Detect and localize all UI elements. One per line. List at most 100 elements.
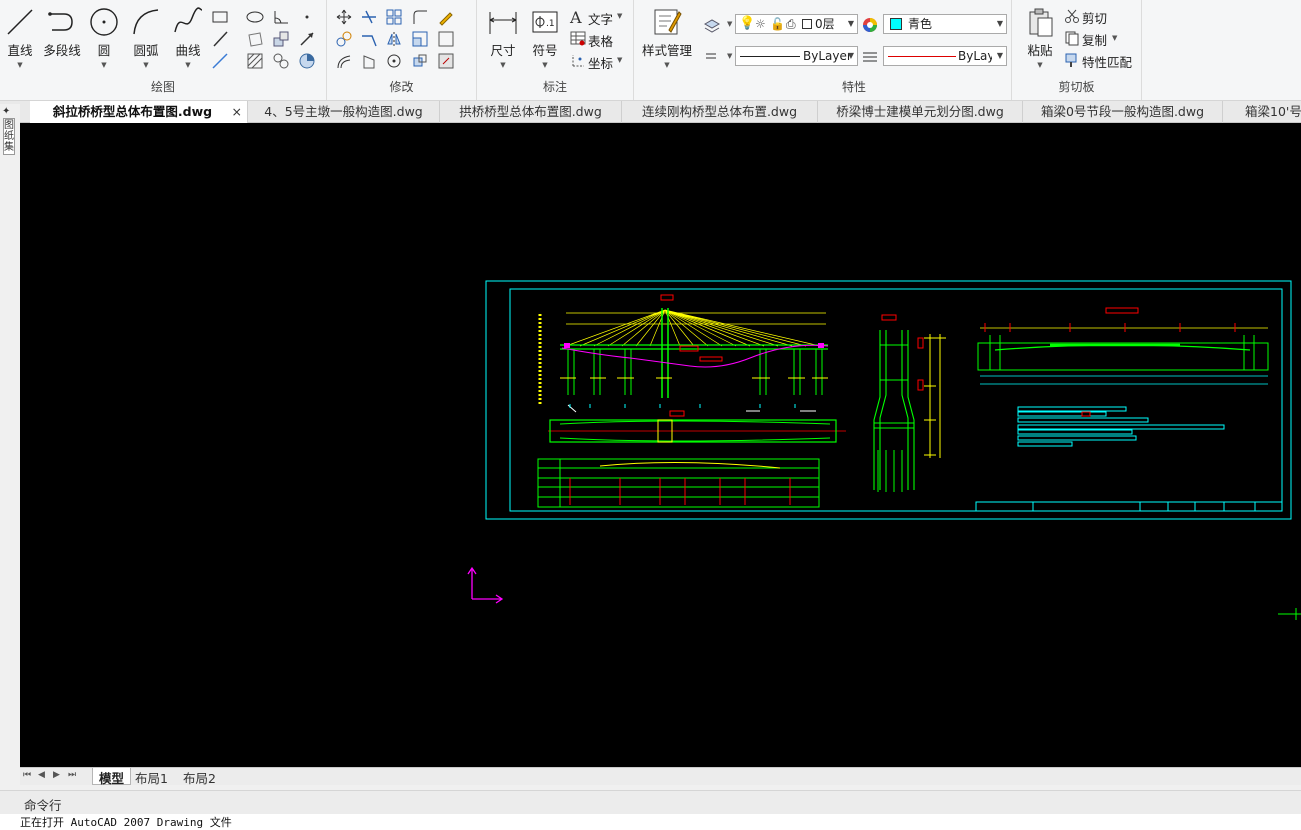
region-icon[interactable] (246, 30, 266, 48)
mirror-icon[interactable] (385, 30, 405, 48)
construction-line-icon[interactable] (211, 30, 231, 48)
color-wheel-icon[interactable] (861, 16, 881, 34)
doc-tab-4[interactable]: 桥梁博士建模单元划分图.dwg (818, 101, 1023, 123)
xline-icon[interactable] (211, 52, 231, 70)
cut-button[interactable]: 剪切 (1064, 8, 1134, 26)
point-icon[interactable] (298, 8, 318, 26)
dimension-icon (489, 12, 517, 34)
circle-button[interactable]: 圆 ▼ (84, 6, 124, 70)
copy-label: 复制 (1082, 33, 1108, 48)
prev-layout-icon[interactable]: ◀ (38, 770, 45, 780)
layer-state-icon[interactable] (703, 16, 723, 34)
color-combo[interactable]: 青色 ▼ (883, 14, 1007, 34)
explode-icon[interactable] (411, 52, 431, 70)
ray-icon[interactable] (298, 30, 318, 48)
pin-icon[interactable]: ✦ (2, 106, 10, 117)
polyline-button[interactable]: 多段线 (40, 6, 84, 70)
doc-tab-0[interactable]: 斜拉桥桥型总体布置图.dwg × (30, 101, 248, 123)
scale-icon[interactable] (411, 30, 431, 48)
copy-button[interactable]: 复制 ▼ (1064, 30, 1134, 48)
doc-tab-label: 拱桥桥型总体布置图.dwg (459, 104, 602, 119)
cut-label: 剪切 (1082, 11, 1108, 26)
trim-icon[interactable] (360, 8, 380, 26)
chevron-down-icon: ▼ (143, 61, 149, 69)
offset-icon[interactable] (335, 52, 355, 70)
doc-tab-label: 箱梁0号节段一般构造图.dwg (1040, 104, 1205, 119)
circle-label: 圆 (97, 43, 111, 58)
doc-tab-2[interactable]: 拱桥桥型总体布置图.dwg (440, 101, 622, 123)
chevron-down-icon: ▼ (617, 12, 623, 20)
first-layout-icon[interactable]: ⏮ (23, 770, 31, 780)
match-properties-button[interactable]: 特性匹配 (1064, 52, 1140, 70)
ribbon: 直线 ▼ 多段线 圆 ▼ 圆弧 ▼ 曲线 ▼ 绘图 修改 尺寸 ▼ .1 符号 … (0, 0, 1301, 101)
layer-value: 0层 (815, 17, 835, 31)
layout-tab-layout1[interactable]: 布局1 (135, 768, 168, 787)
pie-icon[interactable] (298, 52, 318, 70)
style-group: 样式管理 ▼ (634, 0, 697, 100)
pencil-icon[interactable] (437, 8, 457, 26)
curve-label: 曲线 (175, 43, 201, 58)
doc-tab-3[interactable]: 连续刚构桥型总体布置.dwg (622, 101, 818, 123)
ellipse-icon[interactable] (246, 8, 266, 26)
offscreen-object (1278, 608, 1301, 620)
hatch-icon[interactable] (246, 52, 266, 70)
close-icon[interactable]: × (232, 101, 242, 123)
doc-tab-label: 连续刚构桥型总体布置.dwg (641, 104, 798, 119)
linetype-menu-icon[interactable] (703, 47, 723, 65)
doc-tab-1[interactable]: 4、5号主墩一般构造图.dwg (248, 101, 440, 123)
elevation-data-table (537, 458, 820, 508)
symbol-button[interactable]: .1 符号 ▼ (525, 6, 565, 70)
command-output-text: 正在打开 AutoCAD 2007 Drawing 文件 (20, 816, 232, 829)
chevron-down-icon: ▼ (1037, 61, 1043, 69)
arc-button[interactable]: 圆弧 ▼ (126, 6, 166, 70)
copy-icon (1065, 31, 1079, 46)
move-icon[interactable] (335, 8, 355, 26)
rectangle-icon[interactable] (211, 8, 231, 26)
style-manager-button[interactable]: 样式管理 ▼ (638, 6, 696, 70)
line-button[interactable]: 直线 ▼ (0, 6, 40, 70)
copy-object-icon[interactable] (335, 30, 355, 48)
next-layout-icon[interactable]: ▶ (53, 770, 60, 780)
clipboard-group: 粘贴 ▼ 剪切 复制 ▼ 特性匹配 剪切板 (1012, 0, 1142, 100)
chevron-down-icon: ▼ (727, 20, 733, 28)
doc-tab-5[interactable]: 箱梁0号节段一般构造图.dwg (1023, 101, 1223, 123)
linetype-combo[interactable]: ByLayer ▼ (735, 46, 858, 66)
command-output[interactable]: 正在打开 AutoCAD 2007 Drawing 文件 (0, 814, 1301, 830)
layer-combo[interactable]: 💡 ☼ 🔓 ⎙ 0层 ▼ (735, 14, 858, 34)
drawing-svg[interactable] (20, 123, 1301, 768)
doc-tab-6[interactable]: 箱梁10'号节 (1223, 101, 1301, 123)
extend-icon[interactable] (360, 30, 380, 48)
dimension-button[interactable]: 尺寸 ▼ (483, 6, 523, 70)
block-icon[interactable] (272, 30, 292, 48)
layout-tab-model[interactable]: 模型 (92, 768, 132, 786)
arc-icon (133, 9, 159, 35)
fillet-icon[interactable] (411, 8, 431, 26)
break-icon[interactable] (360, 52, 380, 70)
chevron-down-icon: ▼ (500, 61, 506, 69)
paste-button[interactable]: 粘贴 ▼ (1020, 6, 1060, 70)
chevron-down-icon: ▼ (996, 51, 1003, 60)
chevron-down-icon: ▼ (847, 51, 854, 60)
color-value: 青色 (908, 17, 933, 31)
annotate-group: 尺寸 ▼ .1 符号 ▼ A 文字 ▼ 表格 坐标 ▼ 标注 (477, 0, 634, 100)
lineweight-combo[interactable]: ByLayer ▼ (883, 46, 1007, 66)
drawing-canvas[interactable] (20, 123, 1301, 768)
last-layout-icon[interactable]: ⏭ (68, 770, 76, 780)
text-button[interactable]: A 文字 ▼ (570, 8, 622, 27)
polyline-label: 多段线 (43, 43, 81, 58)
array-icon[interactable] (385, 8, 405, 26)
polyline-icon (48, 12, 73, 31)
erase-icon[interactable] (437, 52, 457, 70)
curve-button[interactable]: 曲线 ▼ (168, 6, 208, 70)
layout-tab-layout2[interactable]: 布局2 (183, 768, 216, 787)
sheet-set-sidebar[interactable]: ✦ 图纸集 (0, 104, 20, 768)
boundary-icon[interactable] (272, 52, 292, 70)
rotate-icon[interactable] (385, 52, 405, 70)
table-button[interactable]: 表格 (570, 30, 620, 49)
style-manager-icon (654, 9, 682, 35)
angle-icon[interactable] (272, 8, 292, 26)
lineweight-icon[interactable] (861, 48, 881, 66)
coordinate-button[interactable]: 坐标 ▼ (570, 52, 625, 71)
chevron-down-icon: ▼ (101, 61, 107, 69)
stretch-icon[interactable] (437, 30, 457, 48)
